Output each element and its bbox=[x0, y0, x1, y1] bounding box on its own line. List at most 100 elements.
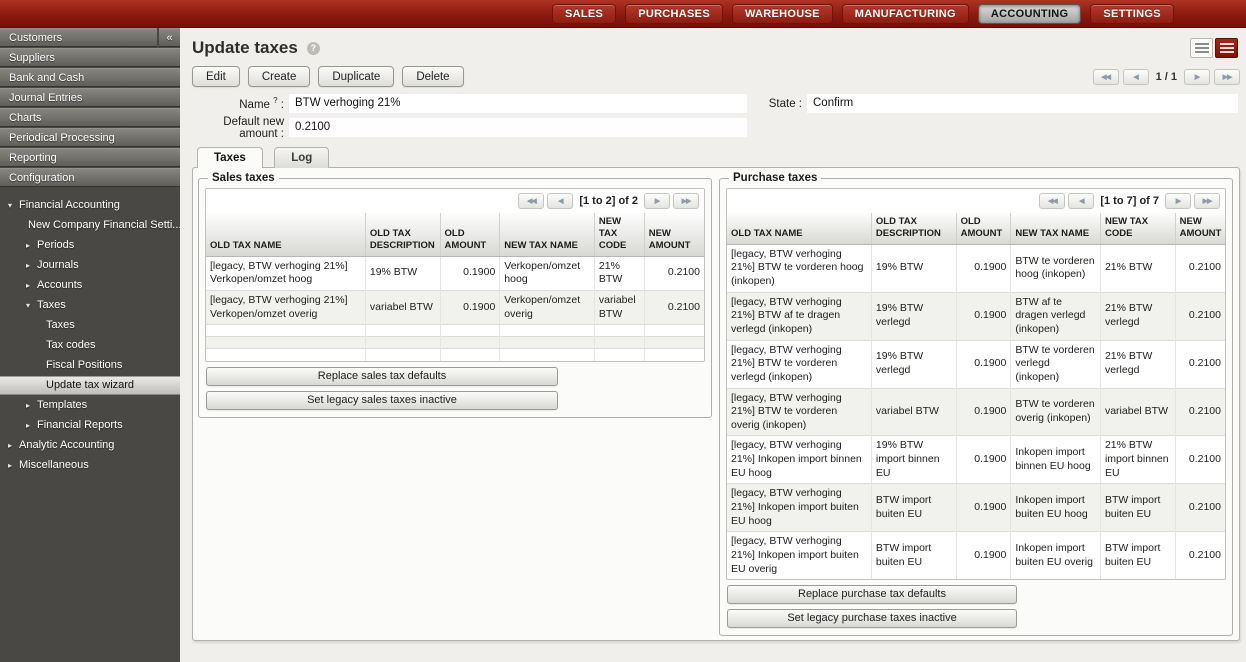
double-arrow-right-icon: ▶▶ bbox=[682, 197, 691, 205]
sidebar-item-configuration[interactable]: Configuration bbox=[0, 168, 180, 187]
record-pager: ◀◀ ◀ 1 / 1 ▶ ▶▶ bbox=[1093, 69, 1240, 85]
table-row[interactable]: [legacy, BTW verhoging 21%] BTW te vorde… bbox=[727, 340, 1225, 388]
sidebar-item-periodical-processing[interactable]: Periodical Processing bbox=[0, 128, 180, 147]
first-record-button[interactable]: ◀◀ bbox=[1093, 69, 1119, 85]
duplicate-button[interactable]: Duplicate bbox=[318, 66, 394, 87]
tree-item-taxes-group[interactable]: ▾Taxes bbox=[0, 296, 180, 315]
set-legacy-sales-taxes-inactive-button[interactable]: Set legacy sales taxes inactive bbox=[206, 391, 558, 410]
edit-button[interactable]: Edit bbox=[192, 66, 240, 87]
tree-item-taxes[interactable]: Taxes bbox=[0, 316, 180, 335]
sidebar-tree: ▾Financial Accounting New Company Financ… bbox=[0, 188, 180, 475]
sidebar-collapse-button[interactable]: « bbox=[159, 28, 180, 47]
set-legacy-purchase-taxes-inactive-button[interactable]: Set legacy purchase taxes inactive bbox=[727, 609, 1017, 628]
table-row[interactable]: [legacy, BTW verhoging 21%] BTW af te dr… bbox=[727, 292, 1225, 340]
record-pager-text: 1 / 1 bbox=[1153, 71, 1180, 83]
previous-page-button[interactable]: ◀ bbox=[1068, 193, 1094, 209]
form-view-button[interactable] bbox=[1215, 38, 1238, 58]
tab-log[interactable]: Log bbox=[274, 147, 329, 168]
sidebar-item-reporting[interactable]: Reporting bbox=[0, 148, 180, 167]
tree-item-tax-codes[interactable]: Tax codes bbox=[0, 336, 180, 355]
purchase-taxes-pager: ◀◀ ◀ [1 to 7] of 7 ▶ ▶▶ bbox=[727, 189, 1225, 213]
create-button[interactable]: Create bbox=[248, 66, 311, 87]
default-new-amount-label: Default new amount : bbox=[192, 116, 289, 140]
last-page-button[interactable]: ▶▶ bbox=[1194, 193, 1220, 209]
table-row[interactable]: [legacy, BTW verhoging 21%] Inkopen impo… bbox=[727, 484, 1225, 532]
double-arrow-right-icon: ▶▶ bbox=[1223, 73, 1232, 81]
page-title: Update taxes bbox=[192, 38, 298, 58]
sidebar-item-suppliers[interactable]: Suppliers bbox=[0, 48, 180, 67]
taxes-tab-panel: Sales taxes ◀◀ ◀ [1 to 2] of 2 ▶ ▶▶ OLD … bbox=[192, 167, 1240, 641]
tree-item-new-company-financial-settings[interactable]: New Company Financial Setti... bbox=[0, 216, 180, 235]
table-row[interactable]: [legacy, BTW verhoging 21%] BTW te vorde… bbox=[727, 244, 1225, 292]
next-record-button[interactable]: ▶ bbox=[1184, 69, 1210, 85]
last-page-button[interactable]: ▶▶ bbox=[673, 193, 699, 209]
double-arrow-left-icon: ◀◀ bbox=[1048, 197, 1057, 205]
tree-item-periods[interactable]: ▸Periods bbox=[0, 236, 180, 255]
replace-sales-tax-defaults-button[interactable]: Replace sales tax defaults bbox=[206, 367, 558, 386]
sales-taxes-legend: Sales taxes bbox=[208, 172, 279, 184]
name-field-value: BTW verhoging 21% bbox=[289, 94, 747, 113]
empty-row bbox=[206, 337, 704, 349]
arrow-right-icon: ▶ bbox=[1195, 73, 1199, 81]
previous-page-button[interactable]: ◀ bbox=[547, 193, 573, 209]
sidebar-item-charts[interactable]: Charts bbox=[0, 108, 180, 127]
first-page-button[interactable]: ◀◀ bbox=[1039, 193, 1065, 209]
triangle-down-icon: ▾ bbox=[8, 196, 19, 215]
arrow-right-icon: ▶ bbox=[1176, 197, 1180, 205]
arrow-left-icon: ◀ bbox=[1079, 197, 1083, 205]
sidebar-item-bank-and-cash[interactable]: Bank and Cash bbox=[0, 68, 180, 87]
menu-sales[interactable]: SALES bbox=[552, 4, 616, 24]
tree-item-analytic-accounting[interactable]: ▸Analytic Accounting bbox=[0, 436, 180, 455]
table-row[interactable]: [legacy, BTW verhoging 21%] Inkopen impo… bbox=[727, 532, 1225, 579]
arrow-left-icon: ◀ bbox=[1133, 73, 1137, 81]
double-arrow-right-icon: ▶▶ bbox=[1203, 197, 1212, 205]
table-row[interactable]: [legacy, BTW verhoging 21%] Verkopen/omz… bbox=[206, 256, 704, 290]
column-header-old-tax-description: OLD TAX DESCRIPTION bbox=[365, 213, 440, 256]
delete-button[interactable]: Delete bbox=[402, 66, 463, 87]
name-field-label: Name ? : bbox=[192, 96, 289, 111]
tree-item-update-tax-wizard[interactable]: Update tax wizard bbox=[0, 376, 180, 395]
tree-item-fiscal-positions[interactable]: Fiscal Positions bbox=[0, 356, 180, 375]
table-row[interactable]: [legacy, BTW verhoging 21%] Inkopen impo… bbox=[727, 436, 1225, 484]
sales-taxes-pager: ◀◀ ◀ [1 to 2] of 2 ▶ ▶▶ bbox=[206, 189, 704, 213]
column-header-new-amount: NEW AMOUNT bbox=[644, 213, 704, 256]
double-arrow-left-icon: ◀◀ bbox=[527, 197, 536, 205]
column-header-old-tax-description: OLD TAX DESCRIPTION bbox=[871, 213, 956, 244]
menu-purchases[interactable]: PURCHASES bbox=[625, 4, 723, 24]
last-record-button[interactable]: ▶▶ bbox=[1214, 69, 1240, 85]
replace-purchase-tax-defaults-button[interactable]: Replace purchase tax defaults bbox=[727, 585, 1017, 604]
list-view-button[interactable] bbox=[1190, 38, 1213, 58]
table-row[interactable]: [legacy, BTW verhoging 21%] Verkopen/omz… bbox=[206, 290, 704, 324]
next-page-button[interactable]: ▶ bbox=[1165, 193, 1191, 209]
first-page-button[interactable]: ◀◀ bbox=[518, 193, 544, 209]
tree-item-miscellaneous[interactable]: ▸Miscellaneous bbox=[0, 456, 180, 475]
table-row[interactable]: [legacy, BTW verhoging 21%] BTW te vorde… bbox=[727, 388, 1225, 436]
help-icon[interactable]: ? bbox=[307, 42, 320, 55]
list-view-icon bbox=[1195, 43, 1209, 54]
column-header-new-tax-code: NEW TAX CODE bbox=[1100, 213, 1175, 244]
tab-taxes[interactable]: Taxes bbox=[197, 147, 263, 168]
top-menu-bar: SALES PURCHASES WAREHOUSE MANUFACTURING … bbox=[0, 0, 1246, 28]
tree-item-journals[interactable]: ▸Journals bbox=[0, 256, 180, 275]
menu-settings[interactable]: SETTINGS bbox=[1090, 4, 1173, 24]
triangle-right-icon: ▸ bbox=[26, 396, 37, 415]
default-new-amount-value: 0.2100 bbox=[289, 118, 747, 137]
sales-taxes-table: OLD TAX NAME OLD TAX DESCRIPTION OLD AMO… bbox=[206, 213, 704, 361]
column-header-new-amount: NEW AMOUNT bbox=[1175, 213, 1225, 244]
triangle-right-icon: ▸ bbox=[26, 236, 37, 255]
state-field-value: Confirm bbox=[807, 94, 1238, 113]
previous-record-button[interactable]: ◀ bbox=[1123, 69, 1149, 85]
tree-item-accounts[interactable]: ▸Accounts bbox=[0, 276, 180, 295]
menu-manufacturing[interactable]: MANUFACTURING bbox=[842, 4, 969, 24]
field-help-icon: ? bbox=[273, 96, 277, 105]
menu-accounting[interactable]: ACCOUNTING bbox=[978, 4, 1082, 24]
next-page-button[interactable]: ▶ bbox=[644, 193, 670, 209]
arrow-left-icon: ◀ bbox=[558, 197, 562, 205]
menu-warehouse[interactable]: WAREHOUSE bbox=[732, 4, 833, 24]
tree-item-financial-reports[interactable]: ▸Financial Reports bbox=[0, 416, 180, 435]
sidebar-item-customers[interactable]: Customers bbox=[0, 28, 157, 47]
tree-item-templates[interactable]: ▸Templates bbox=[0, 396, 180, 415]
main-content: Update taxes ? Edit Create Duplicate Del… bbox=[180, 28, 1246, 662]
sidebar-item-journal-entries[interactable]: Journal Entries bbox=[0, 88, 180, 107]
tree-item-financial-accounting[interactable]: ▾Financial Accounting bbox=[0, 196, 180, 215]
